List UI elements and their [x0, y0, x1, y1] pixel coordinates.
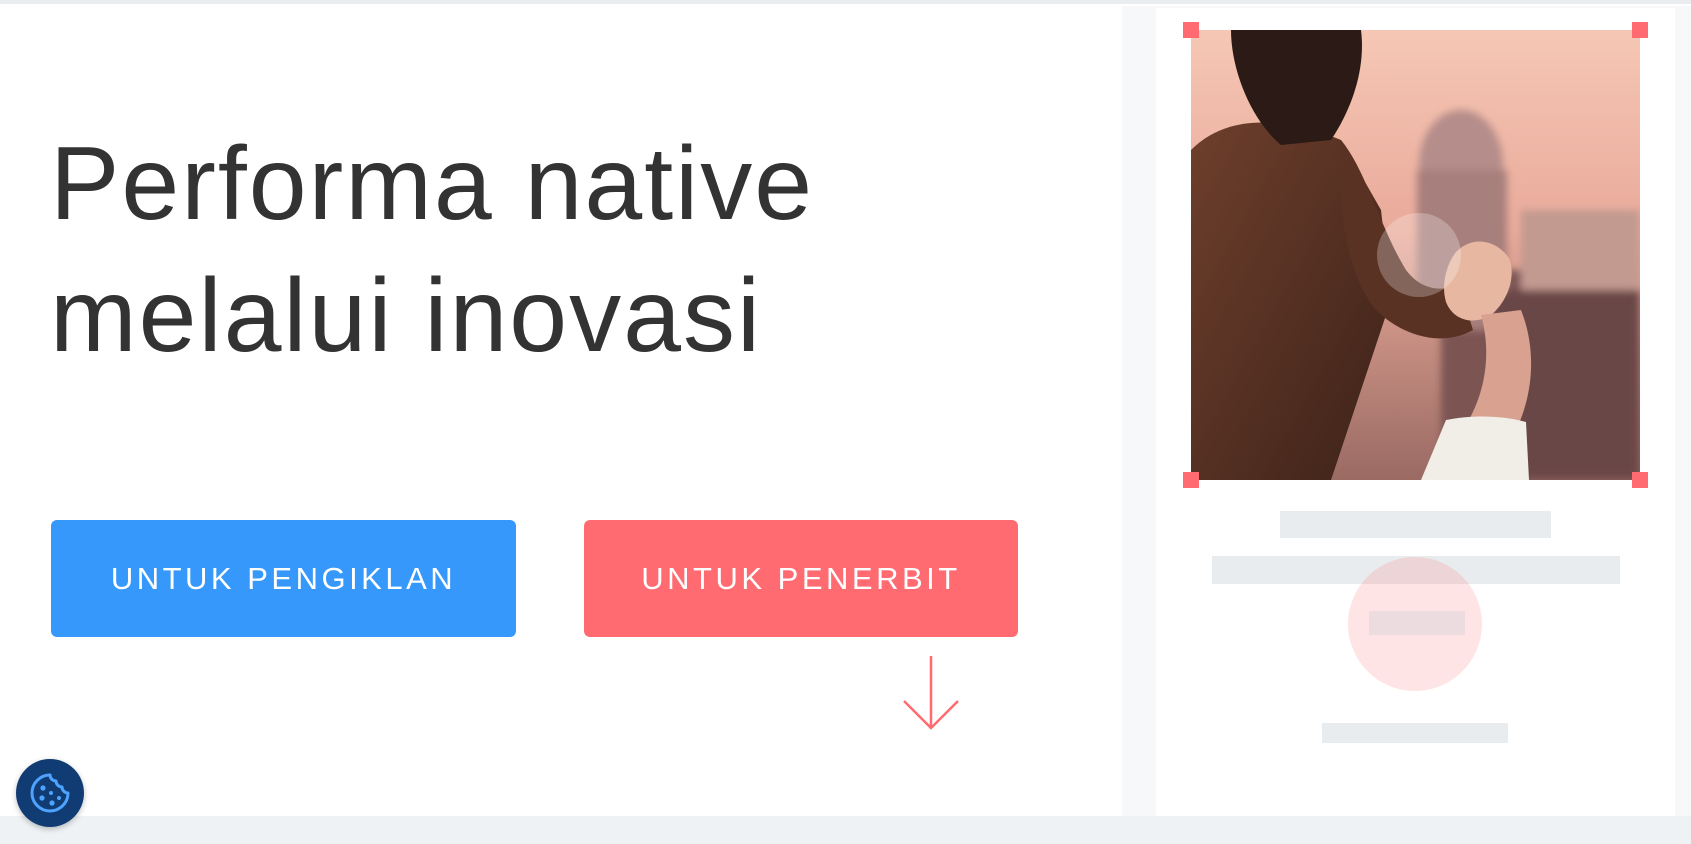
headline-placeholder: [1280, 511, 1551, 538]
hero-title-line-2: melalui inovasi: [50, 258, 763, 374]
hero-title-line-1: Performa native: [50, 126, 815, 242]
for-advertisers-button[interactable]: UNTUK PENGIKLAN: [51, 520, 516, 637]
arrow-down-icon[interactable]: [900, 654, 962, 732]
resize-handle-top-left[interactable]: [1183, 22, 1199, 38]
resize-handle-bottom-right[interactable]: [1632, 472, 1648, 488]
cookie-icon: [30, 773, 70, 813]
bottom-band: [0, 816, 1691, 844]
cookie-settings-button[interactable]: [16, 759, 84, 827]
for-publishers-button[interactable]: UNTUK PENERBIT: [584, 520, 1018, 637]
resize-handle-top-right[interactable]: [1632, 22, 1648, 38]
cta-placeholder: [1369, 611, 1465, 635]
ad-image: [1191, 30, 1640, 480]
hero-title: Performa native melalui inovasi: [50, 118, 814, 382]
top-divider: [0, 0, 1691, 4]
footer-placeholder: [1322, 723, 1508, 743]
resize-handle-bottom-left[interactable]: [1183, 472, 1199, 488]
